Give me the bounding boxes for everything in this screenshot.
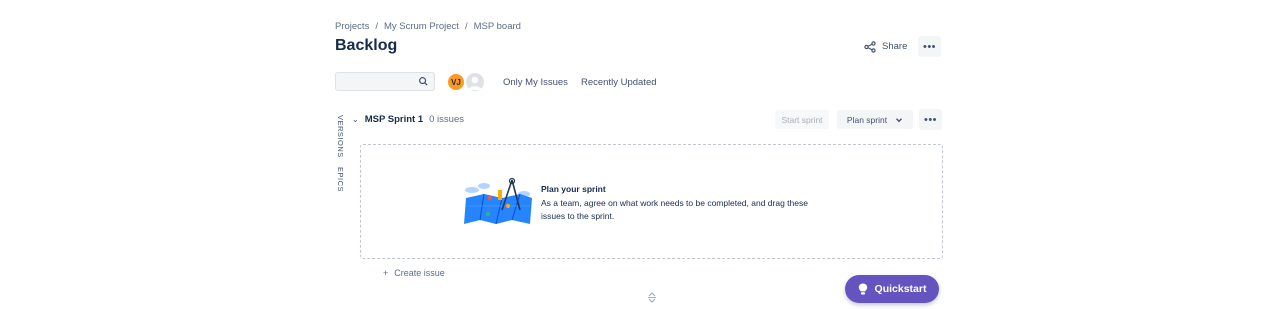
sprint-issue-count: 0 issues <box>429 114 464 125</box>
quickstart-button[interactable]: Quickstart <box>845 275 939 303</box>
create-issue-label: Create issue <box>394 268 445 278</box>
chevron-down-icon[interactable]: ⌄ <box>352 115 359 124</box>
filter-recently-updated[interactable]: Recently Updated <box>581 77 657 88</box>
chevron-down-icon <box>896 117 903 122</box>
avatar-unassigned[interactable] <box>464 71 486 93</box>
sprint-more-button[interactable]: ••• <box>919 109 942 130</box>
breadcrumb-project[interactable]: My Scrum Project <box>384 21 459 32</box>
empty-state-title: Plan your sprint <box>541 184 606 194</box>
sprint-name: MSP Sprint 1 <box>364 114 424 125</box>
breadcrumb-separator: / <box>375 21 378 32</box>
epics-tab[interactable]: EPICS <box>336 167 345 192</box>
plan-sprint-illustration <box>464 177 532 225</box>
start-sprint-button[interactable]: Start sprint <box>775 110 829 129</box>
quickstart-label: Quickstart <box>874 283 927 295</box>
search-input[interactable] <box>336 74 416 92</box>
more-icon: ••• <box>922 40 937 53</box>
share-icon <box>864 40 876 53</box>
versions-tab[interactable]: VERSIONS <box>336 115 345 158</box>
create-issue-button[interactable]: + Create issue <box>383 268 445 278</box>
filter-only-my-issues[interactable]: Only My Issues <box>503 77 568 88</box>
search-box <box>335 72 435 92</box>
breadcrumb: Projects / My Scrum Project / MSP board <box>335 21 521 32</box>
more-actions-button[interactable]: ••• <box>918 36 941 57</box>
breadcrumb-projects[interactable]: Projects <box>335 21 369 32</box>
avatar-vj[interactable]: VJ <box>446 72 466 92</box>
breadcrumb-separator: / <box>464 21 468 32</box>
plan-sprint-label: Plan sprint <box>846 114 888 125</box>
breadcrumb-board[interactable]: MSP board <box>474 21 521 32</box>
more-icon: ••• <box>923 113 938 126</box>
plan-sprint-button[interactable]: Plan sprint <box>837 110 913 129</box>
sprint-header: ⌄ MSP Sprint 1 0 issues <box>352 114 464 125</box>
share-label: Share <box>882 41 908 52</box>
plus-icon: + <box>383 268 389 278</box>
share-button[interactable]: Share <box>858 36 913 57</box>
drag-handle-icon[interactable] <box>647 292 657 303</box>
person-icon <box>468 76 482 90</box>
page-title: Backlog <box>335 37 398 54</box>
search-icon <box>419 77 428 86</box>
lightbulb-icon <box>858 283 867 295</box>
empty-state-text: As a team, agree on what work needs to b… <box>541 198 808 221</box>
